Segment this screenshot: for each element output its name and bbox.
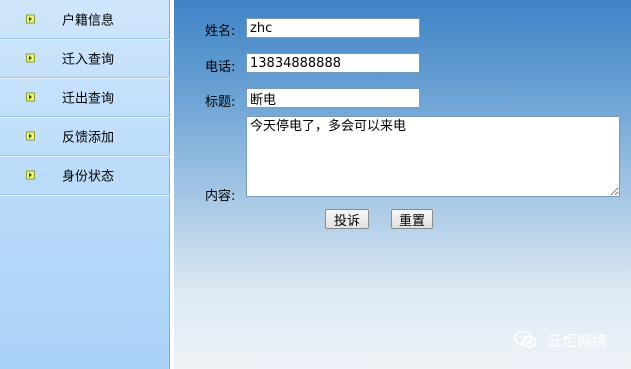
arrow-right-icon <box>26 92 35 102</box>
sidebar-item-feedback-add[interactable]: 反馈添加 <box>0 117 170 156</box>
sidebar-item-move-out-query[interactable]: 迁出查询 <box>0 78 170 117</box>
sidebar-item-label: 迁出查询 <box>62 91 115 107</box>
arrow-right-icon <box>26 14 35 24</box>
name-label: 姓名: <box>205 24 236 39</box>
name-field[interactable] <box>246 18 420 38</box>
sidebar-item-move-in-query[interactable]: 迁入查询 <box>0 39 170 78</box>
phone-label: 电话: <box>205 60 236 75</box>
sidebar-item-identity-status[interactable]: 身份状态 <box>0 156 170 195</box>
wechat-icon <box>514 330 537 348</box>
sidebar-item-label: 迁入查询 <box>62 52 115 68</box>
sidebar-item-household-info[interactable]: 户籍信息 <box>0 0 170 39</box>
sidebar-item-label: 反馈添加 <box>62 130 115 146</box>
sidebar-item-label: 身份状态 <box>62 169 115 185</box>
content-textarea[interactable]: 今天停电了，多会可以来电 <box>246 116 620 197</box>
arrow-right-icon <box>26 170 35 180</box>
title-label: 标题: <box>205 95 236 110</box>
sidebar-item-label: 户籍信息 <box>62 13 115 29</box>
complaint-form-panel: 姓名: 电话: 标题: 内容: 今天停电了，多会可以来电 投诉 重置 云炬网络 <box>174 0 631 369</box>
arrow-right-icon <box>26 131 35 141</box>
content-label: 内容: <box>205 189 236 204</box>
title-field[interactable] <box>246 88 420 108</box>
sidebar: 户籍信息 迁入查询 迁出查询 反馈添加 身份状态 <box>0 0 170 369</box>
reset-button[interactable]: 重置 <box>391 209 433 229</box>
phone-field[interactable] <box>246 53 420 73</box>
arrow-right-icon <box>26 53 35 63</box>
submit-complaint-button[interactable]: 投诉 <box>325 209 369 229</box>
watermark: 云炬网络 <box>512 326 607 354</box>
watermark-text: 云炬网络 <box>547 331 608 350</box>
